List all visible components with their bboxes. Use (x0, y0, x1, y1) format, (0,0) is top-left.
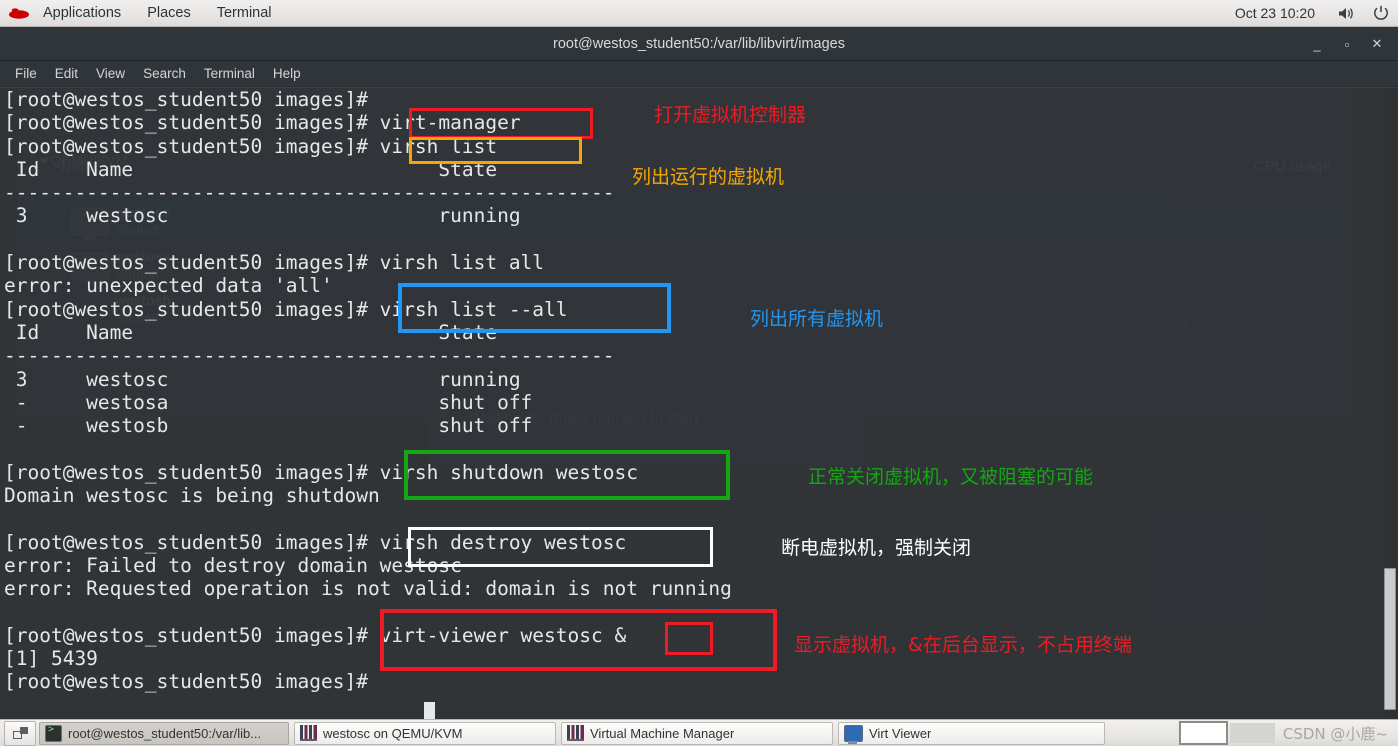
close-button[interactable]: ✕ (1362, 29, 1392, 59)
ann-virsh-list-text: 列出运行的虚拟机 (632, 166, 785, 188)
terminal-line: error: unexpected data 'all' (4, 274, 333, 298)
topbar-menu-places[interactable]: Places (134, 0, 204, 27)
menu-terminal[interactable]: Terminal (195, 61, 264, 87)
menu-view[interactable]: View (87, 61, 134, 87)
taskbar-item-label: westosc on QEMU/KVM (323, 725, 463, 741)
terminal-line: [root@westos_student50 images]# virsh li… (4, 297, 568, 321)
taskbar-item-label: root@westos_student50:/var/lib... (68, 725, 262, 741)
terminal-menubar: File Edit View Search Terminal Help (0, 61, 1398, 87)
terminal-line: [root@westos_student50 images]# virt-man… (4, 111, 521, 135)
topbar-clock[interactable]: Oct 23 10:20 (1235, 5, 1329, 21)
watermark: CSDN @小鹿~ (1282, 724, 1388, 743)
gnome-top-bar: Applications Places Terminal Oct 23 10:2… (0, 0, 1398, 27)
workspace-switcher-1[interactable] (1178, 721, 1228, 745)
taskbar-item-terminal[interactable]: root@westos_student50:/var/lib... (39, 721, 289, 745)
vm-manager-icon (300, 725, 317, 741)
topbar-menu-applications[interactable]: Applications (30, 0, 134, 27)
terminal-line: [root@westos_student50 images]# virsh de… (4, 530, 627, 554)
terminal-line: ----------------------------------------… (4, 181, 615, 205)
menu-help[interactable]: Help (264, 61, 310, 87)
terminal-titlebar[interactable]: root@westos_student50:/var/lib/libvirt/i… (0, 27, 1398, 61)
taskbar-right-area: CSDN @小鹿~ (1178, 721, 1398, 745)
show-desktop-button[interactable] (4, 720, 36, 746)
terminal-line: [root@westos_student50 images]# virsh li… (4, 134, 498, 158)
virt-viewer-icon (844, 724, 863, 744)
terminal-line: [root@westos_student50 images]# (4, 670, 368, 694)
terminal-scrollbar-thumb[interactable] (1384, 568, 1396, 710)
taskbar-item-label: Virtual Machine Manager (590, 725, 735, 741)
ann-virt-viewer-text: 显示虚拟机，&在后台显示，不占用终端 (794, 634, 1132, 656)
taskbar-item-virtual-machine-manager[interactable]: Virtual Machine Manager (561, 721, 833, 745)
power-icon[interactable] (1364, 5, 1398, 21)
terminal-line: [root@westos_student50 images]# virsh li… (4, 251, 545, 275)
window-controls: _ ▫ ✕ (1302, 27, 1392, 61)
terminal-line: Id Name State (4, 157, 498, 181)
terminal-line: 3 westosc running (4, 367, 521, 391)
maximize-button[interactable]: ▫ (1332, 29, 1362, 59)
taskbar-item-westosc-vm[interactable]: westosc on QEMU/KVM (294, 721, 556, 745)
terminal-line: - westosb shut off (4, 414, 533, 438)
terminal-line: [root@westos_student50 images]# virsh sh… (4, 460, 638, 484)
topbar-menu-terminal[interactable]: Terminal (204, 0, 285, 27)
terminal-window: root@westos_student50:/var/lib/libvirt/i… (0, 27, 1398, 719)
volume-icon[interactable] (1329, 6, 1364, 21)
vm-manager-icon (567, 725, 584, 741)
menu-search[interactable]: Search (134, 61, 195, 87)
terminal-icon (45, 724, 62, 742)
redhat-logo-icon (8, 0, 30, 27)
menu-edit[interactable]: Edit (46, 61, 87, 87)
taskbar-item-label: Virt Viewer (869, 725, 932, 741)
terminal-line: - westosa shut off (4, 390, 533, 414)
workspace-switcher-2[interactable] (1229, 723, 1275, 743)
terminal-scrollbar[interactable] (1384, 88, 1398, 719)
terminal-line: error: Failed to destroy domain westosc (4, 553, 462, 577)
taskbar-item-virt-viewer[interactable]: Virt Viewer (838, 721, 1105, 745)
ann-virsh-list-all-text: 列出所有虚拟机 (750, 308, 884, 330)
ann-virt-manager-text: 打开虚拟机控制器 (654, 104, 807, 126)
terminal-line: 3 westosc running (4, 204, 521, 228)
terminal-line: Id Name State (4, 320, 498, 344)
terminal-output: [root@westos_student50 images]# [root@wes… (4, 88, 732, 694)
terminal-title: root@westos_student50:/var/lib/libvirt/i… (553, 35, 845, 52)
minimize-button[interactable]: _ (1302, 29, 1332, 59)
show-desktop-icon (12, 726, 28, 740)
terminal-line: error: Requested operation is not valid:… (4, 577, 732, 601)
terminal-line: Domain westosc is being shutdown (4, 484, 380, 508)
ann-virsh-destroy-text: 断电虚拟机，强制关闭 (781, 537, 972, 559)
ann-virsh-shutdown-text: 正常关闭虚拟机，又被阻塞的可能 (808, 466, 1094, 488)
terminal-line: ----------------------------------------… (4, 344, 615, 368)
terminal-line: [root@westos_student50 images]# virt-vie… (4, 623, 627, 647)
terminal-cursor (424, 702, 435, 719)
terminal-line: [root@westos_student50 images]# (4, 88, 368, 111)
menu-file[interactable]: File (6, 61, 46, 87)
terminal-line: [1] 5439 (4, 647, 98, 671)
taskbar: root@westos_student50:/var/lib... westos… (0, 719, 1398, 746)
